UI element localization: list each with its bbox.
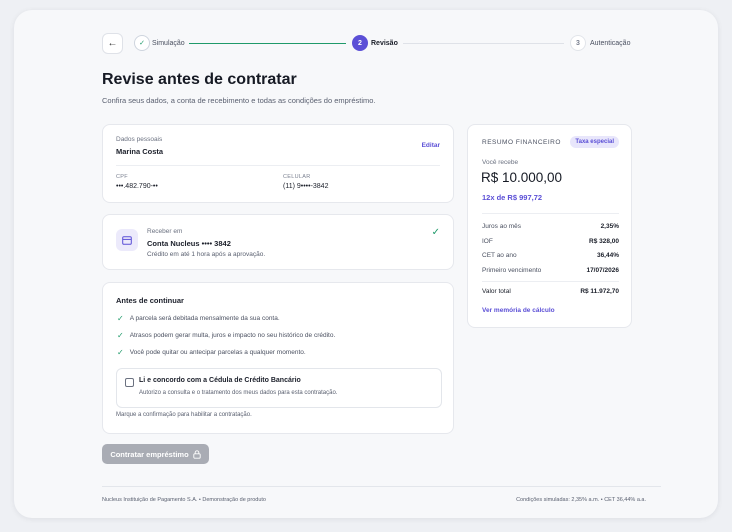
agreement-box[interactable]: Li e concordo com a Cédula de Crédito Ba… <box>116 368 442 408</box>
summary-row-interest: Juros ao mês 2,35% <box>482 223 619 230</box>
credit-time-note: Crédito em até 1 hora após a aprovação. <box>147 251 266 258</box>
footer-divider <box>102 486 661 487</box>
agree-checkbox[interactable] <box>125 378 134 387</box>
check-icon: ✓ <box>117 314 124 323</box>
financial-summary-card: RESUMO FINANCEIRO Taxa especial Você rec… <box>467 124 632 328</box>
step-2-indicator: 2 <box>352 35 368 51</box>
confirmation-hint: Marque a confirmação para habilitar a co… <box>116 412 252 418</box>
cpf-value: •••.482.790-•• <box>116 183 158 190</box>
arrow-left-icon: ← <box>107 38 118 49</box>
contract-loan-button[interactable]: Contratar empréstimo <box>102 444 209 464</box>
summary-row-cet: CET ao ano 36,44% <box>482 252 619 259</box>
special-rate-badge: Taxa especial <box>570 136 619 148</box>
calculation-memo-link[interactable]: Ver memória de cálculo <box>482 307 555 314</box>
selected-check-icon: ✓ <box>431 227 440 238</box>
personal-data-card: Dados pessoais Marina Costa Editar CPF •… <box>102 124 454 203</box>
summary-title: RESUMO FINANCEIRO <box>482 139 561 146</box>
terms-card: Antes de continuar ✓ A parcela será debi… <box>102 282 454 434</box>
step-progress-line-done <box>189 43 346 44</box>
divider <box>116 165 440 166</box>
summary-row-first-due: Primeiro vencimento 17/07/2026 <box>482 267 619 274</box>
divider <box>482 281 619 282</box>
check-icon: ✓ <box>117 331 124 340</box>
lock-icon <box>193 449 201 459</box>
agree-subtitle: Autorizo a consulta e o tratamento dos m… <box>139 390 338 396</box>
receiving-account-card[interactable]: Receber em Conta Nucleus •••• 3842 Crédi… <box>102 214 454 270</box>
wallet-icon <box>116 229 138 251</box>
checkmark-icon: ✓ <box>139 40 145 47</box>
step-1-indicator: ✓ <box>134 35 150 51</box>
list-item: ✓ A parcela será debitada mensalmente da… <box>117 314 280 323</box>
summary-row-total: Valor total R$ 11.972,70 <box>482 288 619 295</box>
footer-company: Nucleus Instituição de Pagamento S.A. • … <box>102 497 266 503</box>
list-item: ✓ Atrasos podem gerar multa, juros e imp… <box>117 331 336 340</box>
edit-link[interactable]: Editar <box>422 142 440 149</box>
personal-section-label: Dados pessoais <box>116 136 163 143</box>
agree-title: Li e concordo com a Cédula de Crédito Ba… <box>139 377 301 384</box>
phone-value: (11) 9••••-3842 <box>283 183 329 190</box>
step-3-label: Autenticação <box>590 40 631 47</box>
summary-row-iof: IOF R$ 328,00 <box>482 238 619 245</box>
footer-conditions: Condições simuladas: 2,35% a.m. • CET 36… <box>516 497 646 503</box>
step-1-label: Simulação <box>152 40 185 47</box>
receive-amount: R$ 10.000,00 <box>481 170 563 185</box>
phone-label: CELULAR <box>283 174 311 180</box>
divider <box>482 213 619 214</box>
step-progress-line-todo <box>403 43 564 44</box>
page-title: Revise antes de contratar <box>102 71 297 88</box>
terms-title: Antes de continuar <box>116 296 184 305</box>
page-subtitle: Confira seus dados, a conta de recebimen… <box>102 96 376 105</box>
back-button[interactable]: ← <box>102 33 123 54</box>
receive-label: Você recebe <box>482 159 519 166</box>
cpf-label: CPF <box>116 174 128 180</box>
installments-text: 12x de R$ 997,72 <box>482 193 543 202</box>
step-2-label: Revisão <box>371 40 398 47</box>
check-icon: ✓ <box>117 348 124 357</box>
list-item: ✓ Você pode quitar ou antecipar parcelas… <box>117 348 306 357</box>
customer-name: Marina Costa <box>116 147 164 156</box>
step-3-indicator: 3 <box>570 35 586 51</box>
receive-in-label: Receber em <box>147 228 183 235</box>
account-name: Conta Nucleus •••• 3842 <box>147 239 231 248</box>
